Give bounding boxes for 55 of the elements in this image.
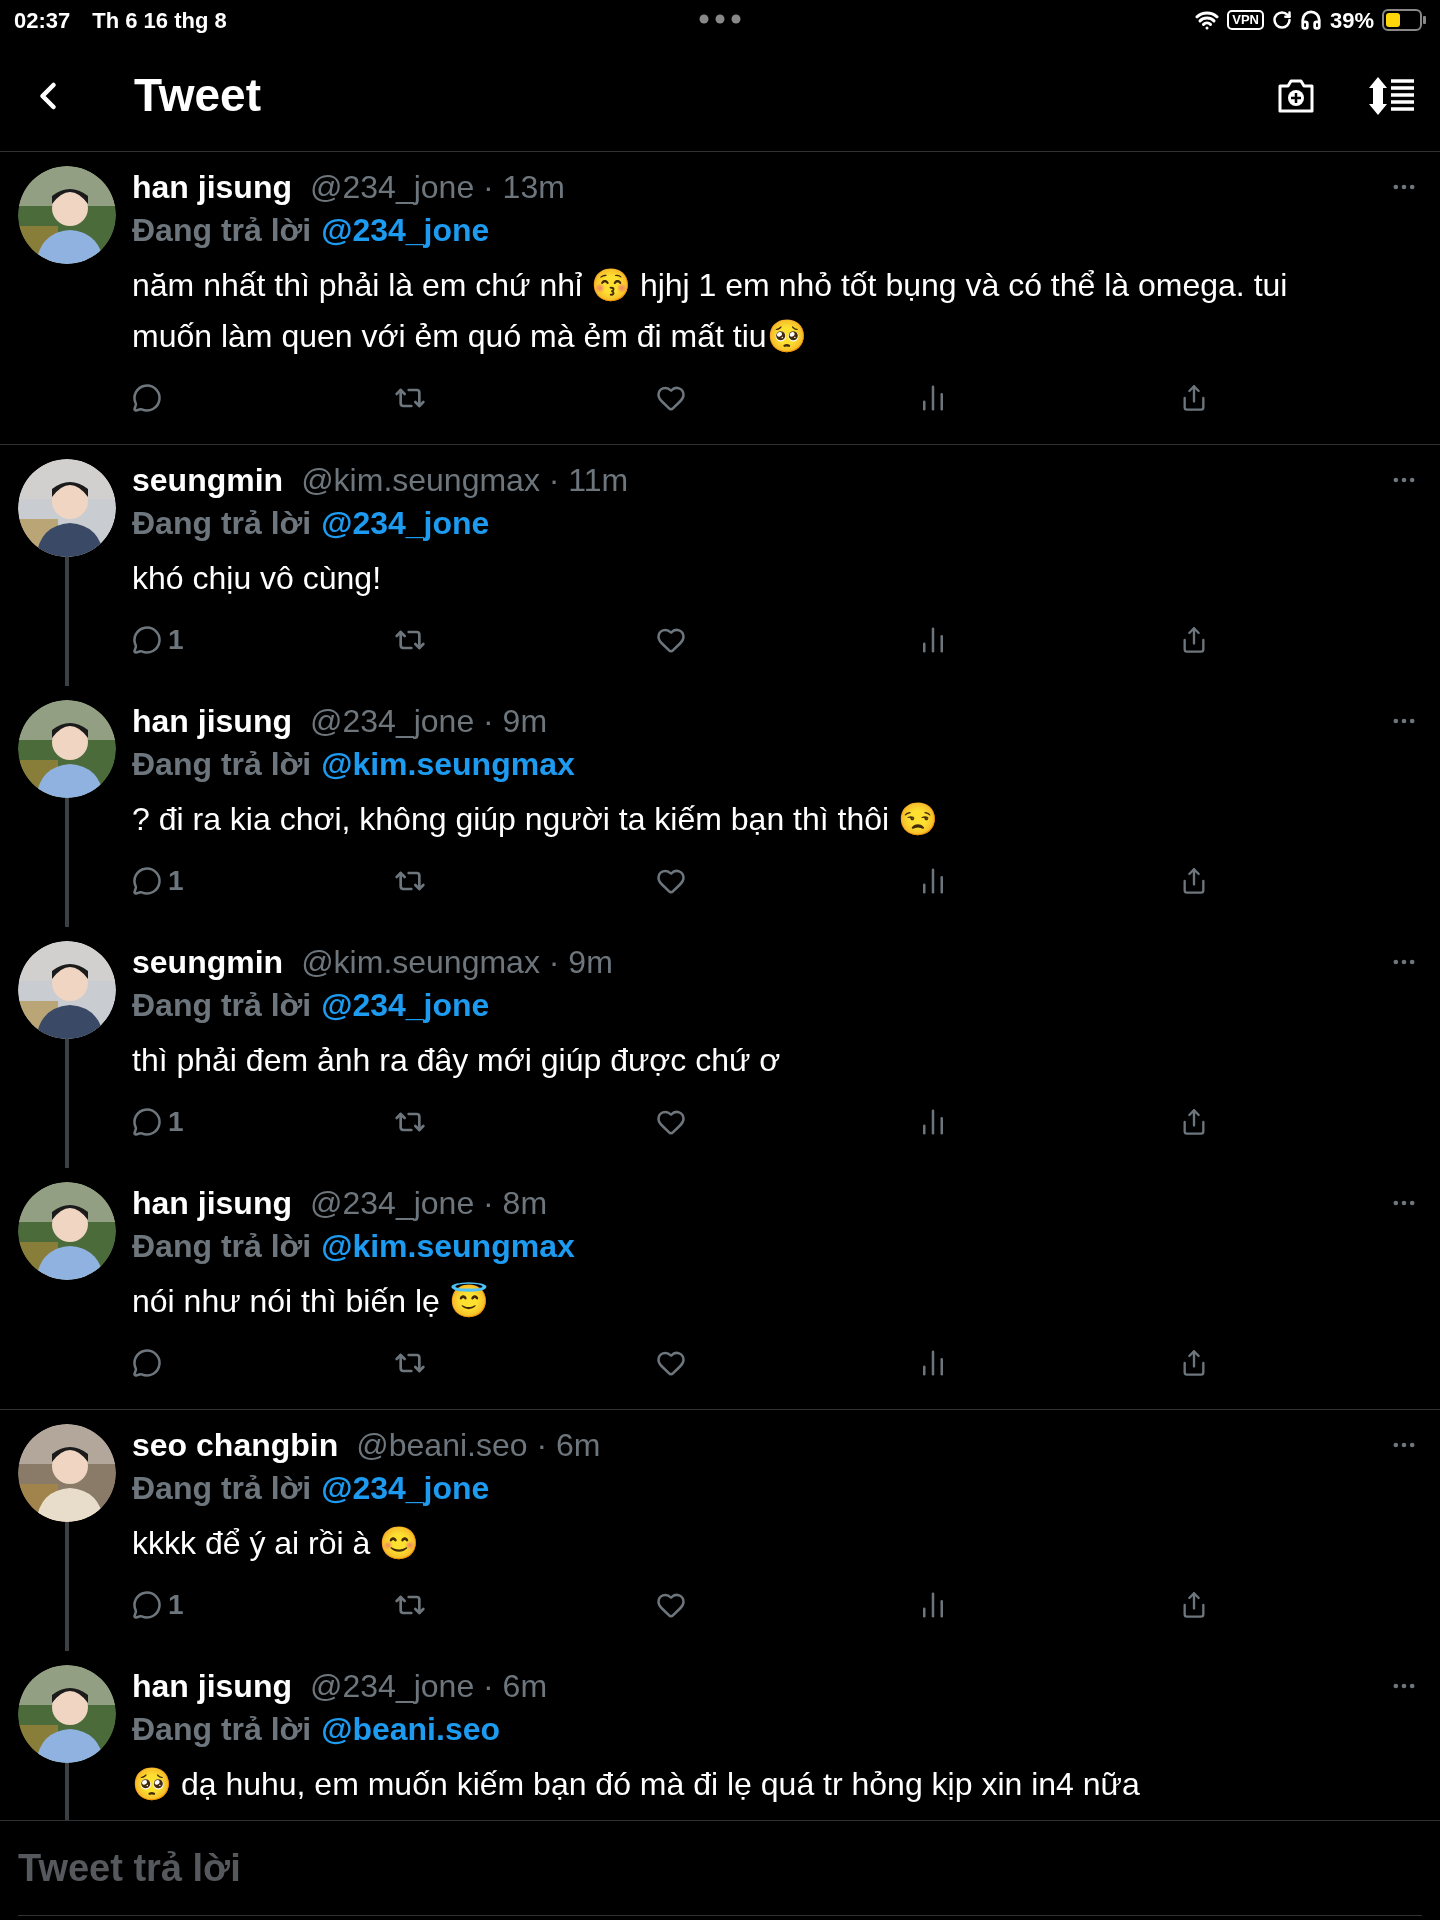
reply-label: Đang trả lời [132, 986, 312, 1025]
tweet-meta: @234_jone · 8m [310, 1184, 548, 1223]
reply-mention[interactable]: @234_jone [321, 499, 490, 547]
page-title: Tweet [134, 68, 261, 123]
user-name[interactable]: han jisung [132, 1179, 292, 1227]
reply-icon[interactable] [132, 1348, 162, 1378]
user-name[interactable]: seungmin [132, 456, 284, 504]
tweet-meta: @234_jone · 6m [310, 1667, 548, 1706]
user-name[interactable]: han jisung [132, 163, 292, 211]
reply-icon[interactable] [132, 1107, 162, 1137]
rotation-lock-icon [1271, 10, 1292, 30]
reply-mention[interactable]: @beani.seo [321, 1705, 501, 1753]
tweet-text: kkkk để ý ai rồi à 😊 [132, 1524, 421, 1563]
user-name[interactable]: han jisung [132, 697, 292, 745]
reply-label: Đang trả lời [132, 745, 312, 784]
tweet-text: khó chịu vô cùng! [132, 559, 383, 598]
battery-icon [1382, 9, 1426, 31]
reply-count: 1 [168, 1588, 184, 1622]
reply-mention[interactable]: @234_jone [321, 981, 490, 1029]
reply-label: Đang trả lời [132, 504, 312, 543]
user-name[interactable]: han jisung [132, 1662, 292, 1710]
tweet-text: ? đi ra kia chơi, không giúp người ta kiếm bạn thì thôi 😒 [132, 800, 940, 839]
reply-label: Đang trả lời [132, 211, 312, 250]
status-date: Th 6 16 thg 8 [92, 6, 227, 35]
tweet-text: 🥺 dạ huhu, em muốn kiếm bạn đó mà đi lẹ quá tr hỏng kịp xin in4 nữa [132, 1765, 1141, 1804]
reply-count: 1 [168, 623, 184, 657]
vpn-indicator: VPN [1227, 10, 1264, 30]
sort-icon[interactable] [1368, 76, 1414, 115]
user-name[interactable]: seungmin [132, 938, 284, 986]
reply-mention[interactable]: @kim.seungmax [321, 740, 575, 788]
reply-count: 1 [168, 1105, 184, 1139]
tweet-meta: @kim.seungmax · 11m [301, 461, 629, 500]
reply-icon[interactable] [132, 866, 162, 896]
multitasking-dots-icon[interactable] [699, 14, 741, 24]
reply-label: Đang trả lời [132, 1710, 312, 1749]
reply-label: Đang trả lời [132, 1469, 312, 1508]
tweet-text: thì phải đem ảnh ra đây mới giúp được chứ ơ [132, 1041, 782, 1080]
reply-icon[interactable] [132, 625, 162, 655]
status-time: 02:37 [14, 6, 71, 35]
tweet-meta: @234_jone · 13m [310, 168, 565, 207]
reply-mention[interactable]: @234_jone [321, 206, 490, 254]
reply-icon[interactable] [132, 1590, 162, 1620]
reply-mention[interactable]: @kim.seungmax [321, 1222, 575, 1270]
reply-input[interactable]: Tweet trả lời [18, 1839, 1422, 1897]
tweet-meta: @beani.seo · 6m [356, 1426, 601, 1465]
camera-add-icon[interactable] [1276, 77, 1316, 114]
battery-percent: 39% [1329, 6, 1374, 35]
reply-icon[interactable] [132, 383, 162, 413]
tweet-text: nói như nói thì biến lẹ 😇 [132, 1281, 490, 1321]
tweet-meta: @234_jone · 9m [310, 702, 548, 741]
headphones-icon [1299, 9, 1322, 31]
tweet-text: năm nhất thì phải là em chứ nhỉ 😚 hjhj 1 em nhỏ tốt bụng và có thể là omega. tui muốn làm quen với ẻm quó mà ẻm đi mất tiu🥺 [132, 266, 1289, 356]
reply-label: Đang trả lời [132, 1227, 312, 1266]
tweet-meta: @kim.seungmax · 9m [301, 943, 613, 982]
reply-count: 1 [168, 864, 184, 898]
